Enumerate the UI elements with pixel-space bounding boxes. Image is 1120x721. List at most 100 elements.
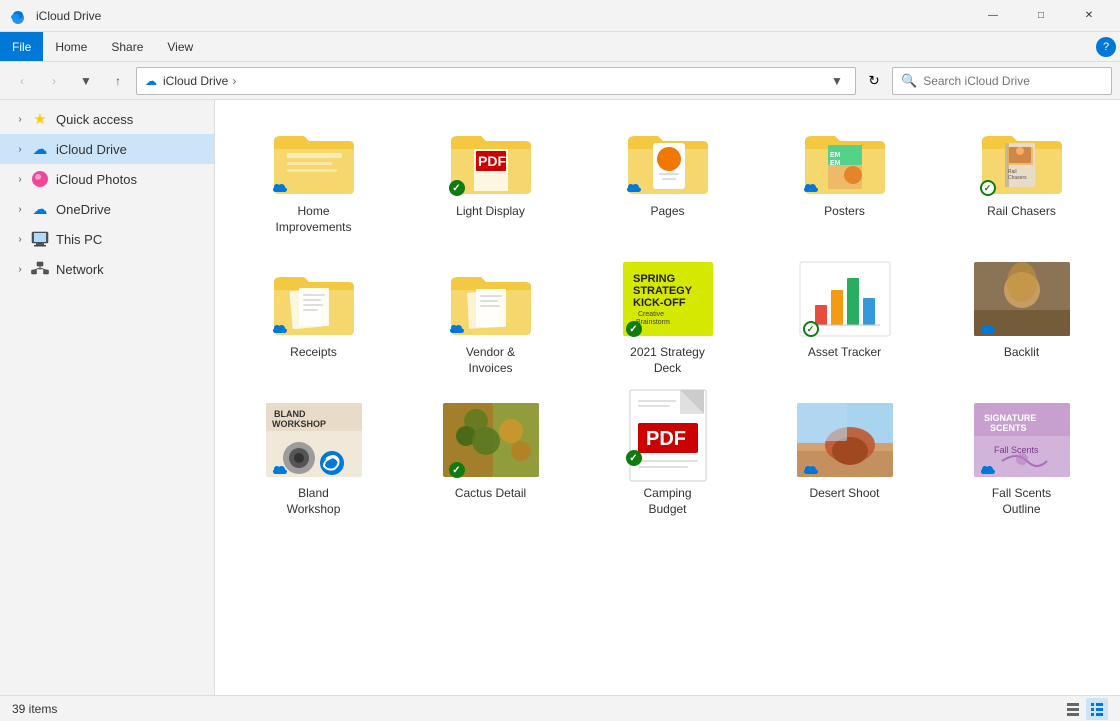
- svg-text:SCENTS: SCENTS: [990, 423, 1027, 433]
- icloud-drive-icon: ☁: [30, 139, 50, 159]
- address-bar: ‹ › ▼ ↑ ☁ iCloud Drive › ▼ ↻ 🔍: [0, 62, 1120, 100]
- file-thumb: [264, 118, 364, 198]
- file-name: Asset Tracker: [808, 345, 881, 361]
- svg-text:SIGNATURE: SIGNATURE: [984, 413, 1036, 423]
- sidebar-label-quick-access: Quick access: [56, 112, 133, 127]
- file-thumb: PDF ✓: [441, 118, 541, 198]
- file-name: CampingBudget: [643, 486, 691, 517]
- sidebar-item-this-pc[interactable]: › This PC: [0, 224, 214, 254]
- sidebar-item-onedrive[interactable]: › ☁ OneDrive: [0, 194, 214, 224]
- address-path[interactable]: ☁ iCloud Drive › ▼: [136, 67, 856, 95]
- file-name: Light Display: [456, 204, 525, 220]
- icloud-photos-icon: [30, 169, 50, 189]
- content-area: HomeImprovements PDF ✓ Light Display: [215, 100, 1120, 695]
- cloud-status-icon: [272, 321, 288, 337]
- file-name: Receipts: [290, 345, 337, 361]
- file-item-fall-scents[interactable]: SIGNATURE SCENTS Fall Scents Fall Scents…: [935, 392, 1108, 525]
- window-controls: — □ ✕: [970, 0, 1112, 32]
- svg-text:STRATEGY: STRATEGY: [633, 285, 693, 297]
- cloud-status-icon: [449, 321, 465, 337]
- refresh-button[interactable]: ↻: [860, 67, 888, 95]
- file-name: Backlit: [1004, 345, 1039, 361]
- file-name: Vendor &Invoices: [466, 345, 515, 376]
- onedrive-icon: ☁: [30, 199, 50, 219]
- sidebar-item-icloud-photos[interactable]: › iCloud Photos: [0, 164, 214, 194]
- help-button[interactable]: ?: [1096, 37, 1116, 57]
- file-thumb: SIGNATURE SCENTS Fall Scents: [972, 400, 1072, 480]
- file-item-vendor-invoices[interactable]: Vendor &Invoices: [404, 251, 577, 384]
- search-box: 🔍: [892, 67, 1112, 95]
- menu-file[interactable]: File: [0, 32, 43, 61]
- expand-icon: ›: [12, 234, 28, 245]
- expand-icon: ›: [12, 204, 28, 215]
- file-thumb: [441, 259, 541, 339]
- file-thumb: [795, 400, 895, 480]
- file-item-strategy-deck[interactable]: SPRING STRATEGY KICK-OFF Creative Brains…: [581, 251, 754, 384]
- file-item-bland-workshop[interactable]: BLAND WORKSHOP BlandWorkshop: [227, 392, 400, 525]
- cloud-status-icon: [272, 180, 288, 196]
- file-thumb: EM EM: [795, 118, 895, 198]
- back-button[interactable]: ‹: [8, 67, 36, 95]
- expand-icon: ›: [12, 264, 28, 275]
- up-button[interactable]: ↑: [104, 67, 132, 95]
- forward-button[interactable]: ›: [40, 67, 68, 95]
- file-thumb: [972, 259, 1072, 339]
- menu-home[interactable]: Home: [43, 32, 99, 61]
- close-button[interactable]: ✕: [1066, 0, 1112, 32]
- file-item-backlit[interactable]: Backlit: [935, 251, 1108, 384]
- check-outline-status-icon: ✓: [980, 180, 996, 196]
- sidebar-item-quick-access[interactable]: › ★ Quick access: [0, 104, 214, 134]
- file-name: Desert Shoot: [809, 486, 879, 502]
- recent-locations-button[interactable]: ▼: [72, 67, 100, 95]
- svg-text:SPRING: SPRING: [633, 273, 675, 285]
- menu-bar: File Home Share View ?: [0, 32, 1120, 62]
- search-input[interactable]: [923, 74, 1103, 88]
- menu-view[interactable]: View: [155, 32, 205, 61]
- svg-text:KICK-OFF: KICK-OFF: [633, 297, 686, 309]
- file-item-posters[interactable]: EM EM Posters: [758, 110, 931, 243]
- file-thumb: Rail Chasers ✓: [972, 118, 1072, 198]
- cloud-status-icon: [626, 180, 642, 196]
- sidebar-label-this-pc: This PC: [56, 232, 102, 247]
- file-name: Pages: [650, 204, 684, 220]
- sidebar-label-network: Network: [56, 262, 104, 277]
- file-item-asset-tracker[interactable]: ✓ Asset Tracker: [758, 251, 931, 384]
- file-thumb: BLAND WORKSHOP: [264, 400, 364, 480]
- details-view-button[interactable]: [1086, 698, 1108, 720]
- view-controls: [1062, 698, 1108, 720]
- file-thumb: ✓: [795, 259, 895, 339]
- list-view-button[interactable]: [1062, 698, 1084, 720]
- file-item-camping-budget[interactable]: PDF ✓ CampingBudget: [581, 392, 754, 525]
- svg-text:BLAND: BLAND: [274, 409, 306, 419]
- file-item-home-improvements[interactable]: HomeImprovements: [227, 110, 400, 243]
- file-name: Cactus Detail: [455, 486, 526, 502]
- path-dropdown-button[interactable]: ▼: [827, 74, 847, 88]
- sidebar-label-icloud-photos: iCloud Photos: [56, 172, 137, 187]
- minimize-button[interactable]: —: [970, 0, 1016, 32]
- file-item-pages[interactable]: Pages: [581, 110, 754, 243]
- sidebar-item-icloud-drive[interactable]: › ☁ iCloud Drive: [0, 134, 214, 164]
- file-thumb: [264, 259, 364, 339]
- expand-icon: ›: [12, 174, 28, 185]
- sidebar-item-network[interactable]: › Network: [0, 254, 214, 284]
- cloud-status-icon: [980, 462, 996, 478]
- file-item-receipts[interactable]: Receipts: [227, 251, 400, 384]
- main-layout: › ★ Quick access › ☁ iCloud Drive › iClo…: [0, 100, 1120, 695]
- maximize-button[interactable]: □: [1018, 0, 1064, 32]
- menu-share[interactable]: Share: [99, 32, 155, 61]
- sidebar-label-icloud-drive: iCloud Drive: [56, 142, 127, 157]
- network-icon: [30, 259, 50, 279]
- file-item-desert-shoot[interactable]: Desert Shoot: [758, 392, 931, 525]
- file-item-light-display[interactable]: PDF ✓ Light Display: [404, 110, 577, 243]
- check-status-icon: ✓: [626, 321, 642, 337]
- check-outline-status-icon: ✓: [803, 321, 819, 337]
- cloud-status-icon: [803, 462, 819, 478]
- file-thumb: SPRING STRATEGY KICK-OFF Creative Brains…: [618, 259, 718, 339]
- file-thumb: [618, 118, 718, 198]
- check-status-icon: ✓: [626, 450, 642, 466]
- file-name: Posters: [824, 204, 865, 220]
- svg-text:PDF: PDF: [646, 428, 686, 450]
- file-item-cactus-detail[interactable]: ✓ Cactus Detail: [404, 392, 577, 525]
- sidebar: › ★ Quick access › ☁ iCloud Drive › iClo…: [0, 100, 215, 695]
- file-item-rail-chasers[interactable]: Rail Chasers ✓ Rail Chasers: [935, 110, 1108, 243]
